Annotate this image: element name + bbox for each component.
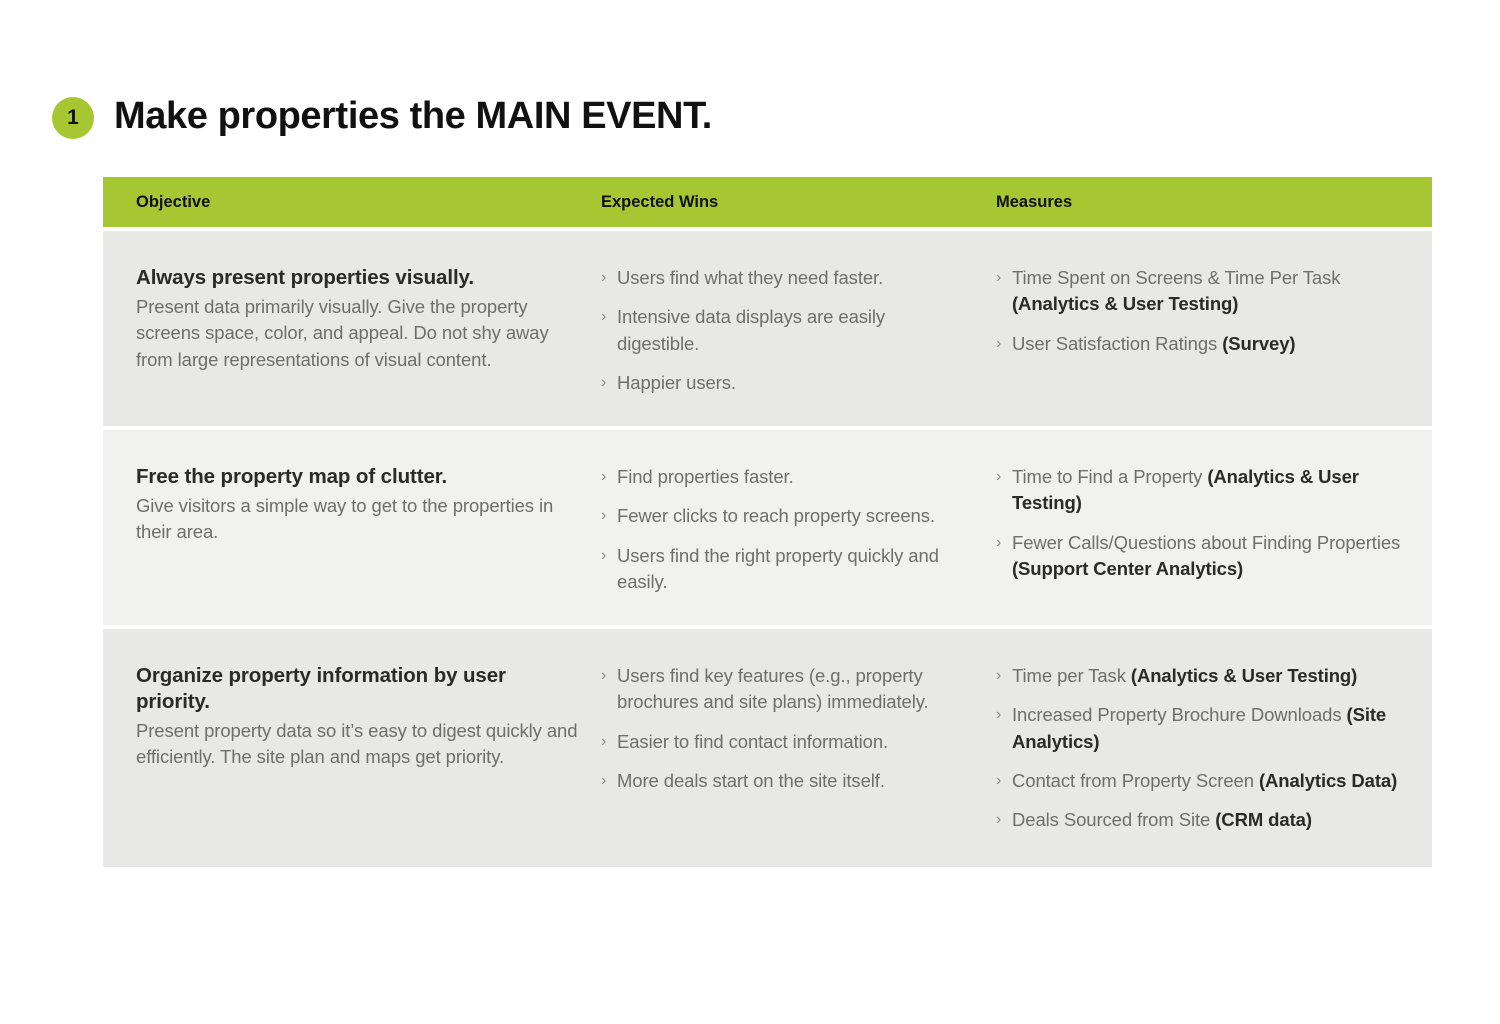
objective-cell: Always present properties visually. Pres… [103, 231, 601, 426]
chevron-right-icon: › [601, 308, 607, 326]
list-item-label: Fewer Calls/Questions about Finding Prop… [1012, 531, 1401, 553]
expected-wins-list: › Users find key features (e.g., property… [601, 663, 970, 794]
list-item-label: Happier users. [617, 371, 736, 393]
list-item-label: Intensive data displays are easily diges… [617, 306, 886, 354]
list-item-label: Time Spent on Screens & Time Per Task [1012, 267, 1341, 288]
expected-wins-cell: › Find properties faster. › Fewer clicks to… [601, 430, 996, 625]
list-item: › Find properties faster. [601, 464, 970, 490]
list-item: › Easier to find contact information. [601, 729, 970, 755]
expected-wins-list: › Find properties faster. › Fewer clicks to… [601, 464, 970, 595]
objective-description: Present data primarily visually. Give th… [136, 296, 549, 370]
chevron-right-icon: › [996, 811, 1002, 829]
list-item-label: Users find key features (e.g., property … [617, 665, 929, 713]
list-item-label: More deals start on the site itself. [617, 769, 885, 791]
list-item: › Users find the right property quickly a… [601, 543, 970, 596]
chevron-right-icon: › [996, 533, 1002, 551]
measures-list: › Time to Find a Property (Analytics & Us… [996, 464, 1406, 582]
measures-cell: › Time to Find a Property (Analytics & Us… [996, 430, 1432, 625]
slide-title-row: 1 Make properties the MAIN EVENT. [52, 86, 712, 146]
list-item-label: Time to Find a Property [1012, 466, 1208, 488]
list-item: › More deals start on the site itself. [601, 768, 970, 794]
list-item-label: Fewer clicks to reach property screens. [617, 505, 935, 527]
chevron-right-icon: › [601, 667, 607, 685]
objective-title: Free the property map of clutter. [136, 465, 448, 489]
chevron-right-icon: › [601, 269, 607, 286]
list-item: › Time to Find a Property (Analytics & Us… [996, 464, 1406, 517]
list-item-emphasis: (Analytics & User Testing) [1130, 665, 1358, 687]
list-item: › Contact from Property Screen (Analytics… [996, 768, 1406, 794]
measures-list: › Time Spent on Screens & Time Per Task (… [996, 265, 1406, 357]
chevron-right-icon: › [601, 771, 607, 789]
list-item: › Users find what they need faster. [601, 265, 970, 291]
column-header-objective: Objective [136, 192, 211, 211]
column-header-expected-wins: Expected Wins [601, 192, 719, 211]
list-item-emphasis: (Survey) [1222, 332, 1296, 354]
list-item-label: Users find what they need faster. [617, 267, 884, 288]
list-item: › Intensive data displays are easily dige… [601, 304, 970, 357]
list-item-label: User Satisfaction Ratings [1012, 332, 1223, 354]
chevron-right-icon: › [996, 706, 1002, 724]
objective-cell: Organize property information by user pr… [103, 629, 601, 867]
objective-description: Give visitors a simple way to get to the… [136, 495, 554, 543]
slide-number-badge: 1 [52, 97, 94, 139]
list-item-label: Easier to find contact information. [617, 730, 889, 752]
table-row: Always present properties visually. Pres… [103, 231, 1432, 427]
chevron-right-icon: › [996, 667, 1002, 685]
chevron-right-icon: › [601, 507, 607, 525]
expected-wins-cell: › Users find what they need faster. › Inten… [601, 231, 996, 426]
table-header-row: Objective Expected Wins Measures [103, 177, 1432, 227]
list-item: › Increased Property Brochure Downloads (… [996, 702, 1406, 755]
table-row: Free the property map of clutter. Give v… [103, 430, 1432, 626]
chevron-right-icon: › [601, 468, 607, 486]
measures-list: › Time per Task (Analytics & User Testing… [996, 663, 1406, 833]
chevron-right-icon: › [996, 468, 1002, 486]
chevron-right-icon: › [996, 269, 1002, 286]
page-title: Make properties the MAIN EVENT. [114, 95, 712, 137]
list-item-label: Time per Task [1012, 665, 1131, 687]
list-item-label: Deals Sourced from Site [1012, 809, 1216, 831]
list-item: › Fewer clicks to reach property screens. [601, 503, 970, 529]
list-item-emphasis: (Analytics & User Testing) [1012, 293, 1239, 315]
list-item-label: Find properties faster. [617, 466, 794, 488]
measures-cell: › Time per Task (Analytics & User Testing… [996, 629, 1432, 867]
list-item-emphasis: (CRM data) [1215, 809, 1312, 831]
list-item: › Users find key features (e.g., property… [601, 663, 970, 716]
objective-cell: Free the property map of clutter. Give v… [103, 430, 601, 625]
table-row: Organize property information by user pr… [103, 629, 1432, 868]
chevron-right-icon: › [996, 771, 1002, 789]
slide-canvas: 1 Make properties the MAIN EVENT. Object… [0, 0, 1500, 1024]
chevron-right-icon: › [996, 334, 1002, 352]
list-item-emphasis: (Analytics Data) [1258, 769, 1398, 791]
list-item-label: Users find the right property quickly an… [617, 544, 939, 592]
list-item: › Time per Task (Analytics & User Testing… [996, 663, 1406, 689]
list-item: › Happier users. [601, 370, 970, 396]
objectives-table: Objective Expected Wins Measures Always … [103, 177, 1432, 868]
expected-wins-cell: › Users find key features (e.g., property… [601, 629, 996, 867]
list-item: › Deals Sourced from Site (CRM data) [996, 807, 1406, 833]
list-item: › Fewer Calls/Questions about Finding Pro… [996, 530, 1406, 583]
column-header-measures: Measures [996, 192, 1073, 211]
objective-title: Organize property information by user pr… [136, 664, 506, 714]
measures-cell: › Time Spent on Screens & Time Per Task (… [996, 231, 1432, 426]
list-item: › Time Spent on Screens & Time Per Task (… [996, 265, 1406, 318]
chevron-right-icon: › [601, 373, 607, 391]
chevron-right-icon: › [601, 732, 607, 750]
expected-wins-list: › Users find what they need faster. › Inten… [601, 265, 970, 396]
list-item-emphasis: (Support Center Analytics) [1012, 557, 1244, 579]
list-item: › User Satisfaction Ratings (Survey) [996, 331, 1406, 357]
objective-title: Always present properties visually. [136, 266, 474, 289]
list-item-label: Contact from Property Screen [1012, 769, 1259, 791]
chevron-right-icon: › [601, 546, 607, 564]
objective-description: Present property data so it’s easy to di… [136, 720, 578, 768]
list-item-label: Increased Property Brochure Downloads [1012, 704, 1347, 726]
